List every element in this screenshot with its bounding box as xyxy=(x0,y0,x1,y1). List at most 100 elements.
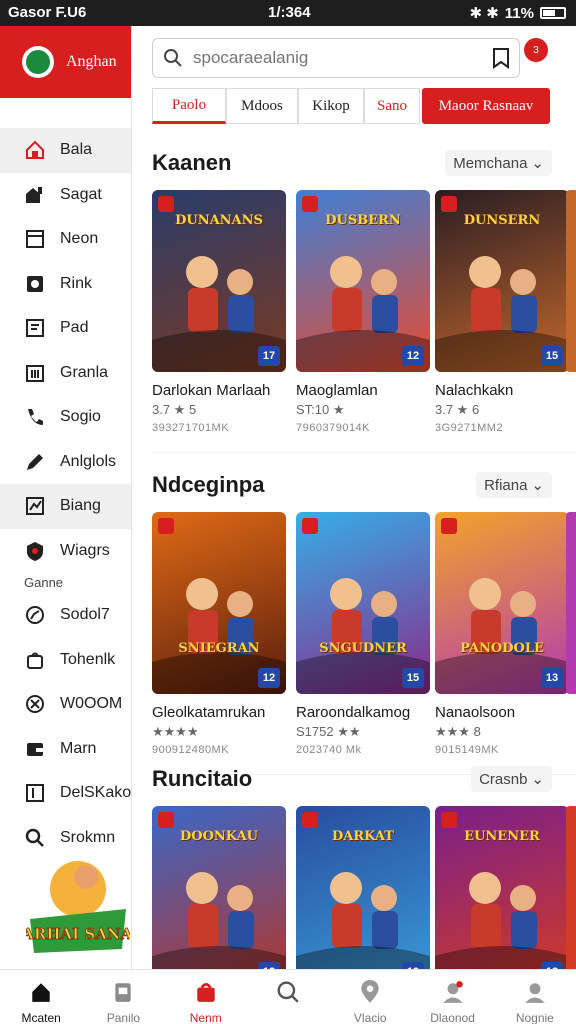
game-cover-title: EUNENER xyxy=(464,829,540,844)
chevron-down-icon: ⌄ xyxy=(531,477,544,494)
game-cover-image[interactable]: DOONKAU12 xyxy=(152,806,286,988)
game-name: Darlokan Marlaah xyxy=(152,382,271,399)
game-cover-image[interactable]: SNGUDNER 15 xyxy=(296,512,430,694)
game-card[interactable]: DUNANANS 17 Darlokan Marlaah 3.7 ★ 5 3932717… xyxy=(152,190,286,434)
chart-icon xyxy=(24,495,46,517)
sidebar-item-label: Sagat xyxy=(60,185,102,203)
tab-4[interactable]: Maoor Rasnaav xyxy=(422,88,550,124)
notification-badge[interactable]: 3 xyxy=(524,38,548,62)
sidebar-item-1[interactable]: Sagat xyxy=(0,173,131,218)
game-section: RuncitaioCrasnb⌄DOONKAU12DARKAT19EUNENER… xyxy=(152,756,569,988)
nav-item-4[interactable]: Vlacio xyxy=(329,970,411,1024)
nav-label: Nognie xyxy=(515,1011,554,1024)
sidebar-item-label: Rink xyxy=(60,274,93,292)
game-cover-image[interactable]: DUSBERN 12 xyxy=(296,190,430,372)
section-title: Kaanen xyxy=(152,150,232,175)
search-box[interactable] xyxy=(152,38,520,78)
promo-art-text: BARHAI SANAH xyxy=(26,925,130,943)
sidebar-item-6[interactable]: Sogio xyxy=(0,395,131,440)
tab-1[interactable]: Mdoos xyxy=(226,88,298,124)
sidebar-item-b2[interactable]: W0OOM xyxy=(0,682,131,727)
game-cover-figures xyxy=(296,578,430,694)
sidebar-item-3[interactable]: Rink xyxy=(0,262,131,307)
next-card-peek[interactable] xyxy=(566,190,576,372)
nav-item-2[interactable]: Nenm xyxy=(165,970,247,1024)
sidebar-item-5[interactable]: Granla xyxy=(0,351,131,396)
sidebar-item-b3[interactable]: Marn xyxy=(0,727,131,772)
publisher-badge-icon xyxy=(441,518,457,534)
bluetooth-icon: ✱ ✱ xyxy=(469,5,499,22)
game-rating: ★★★★ xyxy=(152,724,199,739)
compass-icon xyxy=(24,604,46,626)
sidebar-item-label: Sodol7 xyxy=(60,606,110,624)
sidebar-item-b1[interactable]: Tohenlk xyxy=(0,638,131,683)
game-rating: ST:10 ★ xyxy=(296,402,345,417)
game-cover-image[interactable]: PANODOLE 13 xyxy=(435,512,569,694)
app-title: Anghan xyxy=(66,53,117,70)
game-card[interactable]: PANODOLE 13 Nanaolsoon ★★★ 8 9015149MK xyxy=(435,512,569,756)
sidebar-item-7[interactable]: Anlglols xyxy=(0,440,131,485)
game-cover-figures xyxy=(435,578,569,694)
sidebar-item-2[interactable]: Neon xyxy=(0,217,131,262)
nav-item-6[interactable]: Nognie xyxy=(494,970,576,1024)
app-logo-icon[interactable] xyxy=(22,46,54,78)
section-more-button[interactable]: Rfiana ⌄ xyxy=(476,472,552,498)
game-cover-title: SNIEGRAN xyxy=(178,641,260,656)
status-time: 1/:364 xyxy=(268,4,311,21)
sidebar-item-label: Tohenlk xyxy=(60,650,116,668)
game-rating: ★★★ 8 xyxy=(435,724,481,739)
section-more-label: Rfiana xyxy=(484,476,528,494)
game-meta: 2023740 Mk xyxy=(296,744,362,756)
sidebar-item-label: Pad xyxy=(60,319,89,337)
game-cover-image[interactable]: DUNANANS 17 xyxy=(152,190,286,372)
game-card[interactable]: DOONKAU12 xyxy=(152,806,286,988)
pen-icon xyxy=(24,451,46,473)
game-section: Ndceginpa Rfiana ⌄ SNIEGRAN 12 Gleolkatamruka… xyxy=(152,462,569,762)
next-card-peek[interactable] xyxy=(566,512,576,694)
sidebar-item-label: Neon xyxy=(60,230,99,248)
section-more-label: Crasnb xyxy=(479,770,528,788)
bookmark-icon[interactable] xyxy=(491,47,511,69)
game-cover-image[interactable]: EUNENER18 xyxy=(435,806,569,988)
sidebar-item-label: Marn xyxy=(60,739,97,757)
nav-item-5[interactable]: Dlaonod xyxy=(411,970,493,1024)
next-card-peek[interactable] xyxy=(566,806,576,988)
tab-3[interactable]: Sano xyxy=(364,88,420,124)
sidebar-item-label: Bala xyxy=(60,141,93,159)
shield-icon xyxy=(24,540,46,562)
search-input[interactable] xyxy=(193,48,463,68)
game-card[interactable]: DUSBERN 12 Maoglamlan ST:10 ★ 7960379014K xyxy=(296,190,430,434)
profile-icon xyxy=(441,980,465,1007)
nav-item-3[interactable] xyxy=(247,970,329,1024)
tab-0[interactable]: Paolo xyxy=(152,88,226,124)
section-more-button[interactable]: Memchana ⌄ xyxy=(445,150,552,176)
age-rating-badge: 13 xyxy=(541,668,563,688)
game-card[interactable]: EUNENER18 xyxy=(435,806,569,988)
store-icon xyxy=(24,228,46,250)
game-rating: 3.7 ★ 6 xyxy=(435,402,480,417)
game-meta: 7960379014K xyxy=(296,422,371,434)
game-card[interactable]: DARKAT19 xyxy=(296,806,430,988)
game-meta: 3G9271MM2 xyxy=(435,422,504,434)
sidebar-item-8[interactable]: Biang xyxy=(0,484,131,529)
game-cover-image[interactable]: DUNSERN 15 xyxy=(435,190,569,372)
cross-circle-icon xyxy=(24,693,46,715)
sidebar-menu: Bala Sagat Neon Rink Pad Granla Sogio Anlglols B… xyxy=(0,128,131,860)
battery-percent: 11% xyxy=(504,4,534,22)
nav-item-1[interactable]: Panilo xyxy=(82,970,164,1024)
game-card[interactable]: SNIEGRAN 12 Gleolkatamrukan ★★★★ 900912480MK xyxy=(152,512,286,756)
sidebar-item-4[interactable]: Pad xyxy=(0,306,131,351)
section-more-button[interactable]: Crasnb ⌄ xyxy=(471,766,552,792)
sidebar-item-0[interactable]: Bala xyxy=(0,128,131,173)
sidebar-item-b0[interactable]: Sodol7 xyxy=(0,593,131,638)
game-cover-image[interactable]: DARKAT19 xyxy=(296,806,430,988)
game-cover-image[interactable]: SNIEGRAN 12 xyxy=(152,512,286,694)
tablet-icon xyxy=(111,980,135,1007)
sidebar-item-b4[interactable]: DelSKako xyxy=(0,771,131,816)
game-card[interactable]: DUNSERN 15 Nalachkakn 3.7 ★ 6 3G9271MM2 xyxy=(435,190,569,434)
sidebar-item-9[interactable]: Wiagrs xyxy=(0,529,131,574)
tab-2[interactable]: Kikop xyxy=(298,88,364,124)
game-card[interactable]: SNGUDNER 15 Raroondalkamog S1752 ★★ 2023740 … xyxy=(296,512,430,756)
location-icon xyxy=(358,980,382,1007)
nav-item-0[interactable]: Mcaten xyxy=(0,970,82,1024)
